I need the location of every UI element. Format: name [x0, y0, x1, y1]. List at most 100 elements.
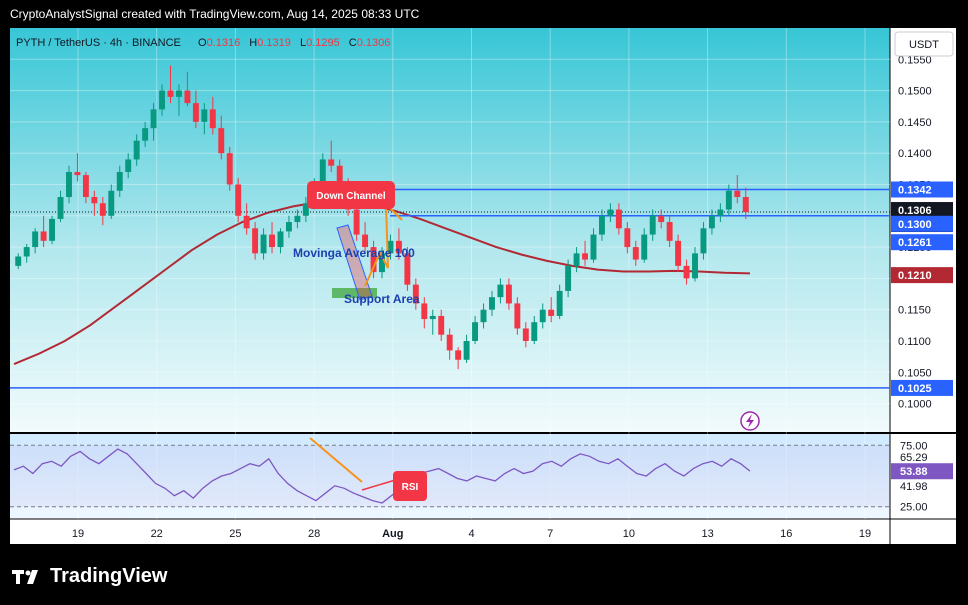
candle-body — [74, 171, 81, 176]
tradingview-logo[interactable]: TradingView — [12, 565, 167, 588]
candle-body — [184, 90, 191, 104]
y-tick-label: 0.1150 — [898, 305, 931, 317]
level-badge-0: 0.1342 — [891, 181, 953, 198]
x-tick-label: 19 — [859, 528, 871, 540]
x-tick-label: 19 — [72, 528, 84, 540]
level-badge-1-text: 0.1300 — [898, 219, 932, 231]
tradingview-brand: TradingView — [50, 565, 168, 587]
close-label: C — [349, 37, 357, 49]
candle-body — [734, 190, 741, 198]
candle-body — [649, 215, 656, 235]
candle-body — [421, 303, 428, 320]
candle — [226, 146, 233, 191]
y-tick-label: 0.1500 — [898, 86, 932, 98]
candle-body — [235, 184, 242, 216]
candle-body — [167, 90, 174, 97]
candle-body — [116, 171, 123, 191]
symbol-legend: PYTH / TetherUS · 4h · BINANCE — [16, 37, 181, 49]
rsi-callout: RSI — [393, 471, 427, 501]
candle-body — [82, 175, 89, 198]
y-tick-label: 0.1050 — [898, 367, 932, 379]
rsi-upper-mark: 65.29 — [900, 452, 928, 464]
candle-body — [99, 203, 106, 216]
candle-body — [40, 231, 47, 241]
candle-body — [700, 228, 707, 254]
candle-body — [125, 159, 132, 172]
candle-body — [218, 128, 225, 154]
candle-body — [201, 109, 208, 122]
candle-body — [725, 190, 732, 210]
candle-body — [489, 297, 495, 310]
candle-body — [328, 159, 335, 166]
candle-body — [717, 209, 724, 216]
rsi-tick-label: 25.00 — [900, 502, 928, 514]
rsi-band — [10, 445, 890, 507]
candle-body — [531, 322, 538, 341]
candle-body — [150, 109, 157, 129]
candle-body — [505, 284, 512, 304]
candle-body — [269, 234, 275, 248]
candle-body — [260, 234, 267, 254]
y-tick-label: 0.1000 — [898, 399, 932, 411]
x-tick-label: 13 — [701, 528, 713, 540]
candle-body — [49, 218, 56, 241]
y-tick-label: 0.1400 — [898, 148, 932, 160]
x-tick-label: 25 — [229, 528, 241, 540]
candle-body — [133, 140, 140, 160]
candle-body — [666, 222, 673, 241]
candle-body — [159, 90, 166, 110]
candle-body — [615, 209, 622, 229]
chart-caption: CryptoAnalystSignal created with Trading… — [10, 7, 420, 21]
down-channel-callout: Down Channel — [307, 181, 395, 209]
candle-body — [692, 253, 698, 279]
candle-body — [226, 153, 233, 185]
alert-icon[interactable] — [740, 411, 760, 431]
chart-canvas[interactable]: Down Channel Movinga Average 100 Support A… — [10, 28, 956, 544]
candle-body — [582, 253, 588, 260]
rsi-lower-mark: 41.98 — [900, 481, 928, 493]
x-tick-label: 28 — [308, 528, 320, 540]
candle-body — [675, 240, 682, 266]
open-value: 0.1316 — [207, 37, 241, 49]
support-area-label: Support Area — [344, 292, 420, 306]
x-tick-label: 16 — [780, 528, 792, 540]
candle-body — [522, 328, 529, 341]
level-badge-1: 0.1300 — [891, 215, 953, 232]
x-tick-label: 7 — [547, 528, 553, 540]
level-badge-3-text: 0.1025 — [898, 383, 932, 395]
candle-body — [319, 159, 326, 185]
close-value: 0.1306 — [357, 37, 391, 49]
candle-body — [176, 90, 182, 97]
rsi-badge-label: RSI — [402, 482, 419, 493]
chart-frame: Down Channel Movinga Average 100 Support A… — [10, 28, 956, 544]
candle-body — [641, 234, 648, 260]
low-value: 0.1295 — [306, 37, 340, 49]
high-value: 0.1319 — [257, 37, 291, 49]
candle-body — [57, 197, 64, 219]
candle-body — [658, 215, 665, 223]
currency-button[interactable]: USDT — [894, 31, 954, 57]
x-tick-label: 10 — [623, 528, 635, 540]
candle-body — [590, 234, 597, 260]
candle-body — [565, 265, 572, 291]
down-channel-label: Down Channel — [316, 191, 386, 202]
currency-button-label: USDT — [909, 39, 939, 51]
level-badge-0-text: 0.1342 — [898, 184, 932, 196]
candle-body — [607, 209, 614, 216]
tradingview-logo-icon — [12, 569, 38, 584]
rsi-tick-label: 75.00 — [900, 440, 928, 452]
candle-body — [463, 340, 470, 360]
moving-average-label: Movinga Average 100 — [293, 246, 415, 260]
candle-body — [624, 228, 631, 248]
y-tick-label: 0.1450 — [898, 117, 932, 129]
level-badge-2-text: 0.1261 — [898, 237, 932, 249]
candle — [235, 178, 242, 223]
candle-body — [573, 253, 580, 266]
candle-body — [497, 284, 504, 298]
candle-body — [708, 215, 715, 229]
level-badge-3: 0.1025 — [891, 379, 953, 396]
candle-body — [742, 197, 749, 213]
candle-body — [91, 197, 98, 204]
candle-body — [243, 215, 250, 229]
candle-body — [252, 228, 259, 254]
